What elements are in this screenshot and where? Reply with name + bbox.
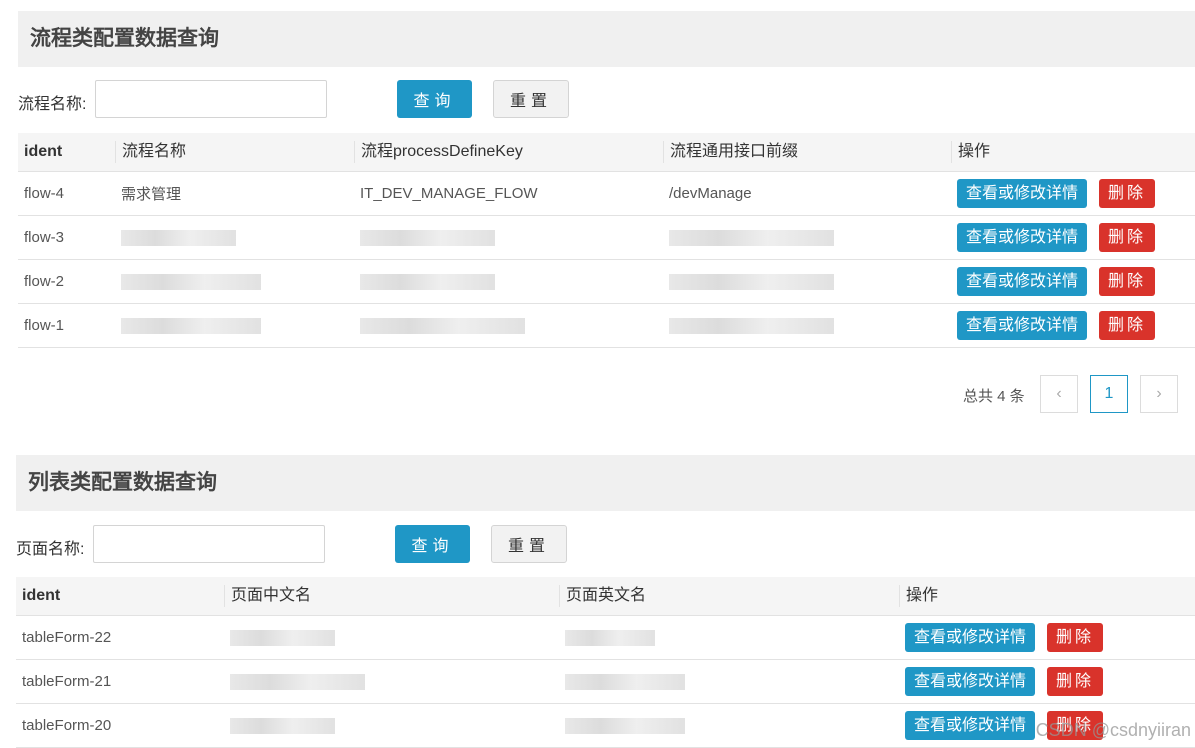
page-name-input[interactable] (93, 525, 325, 563)
row-actions: 查看或修改详情 删除 (951, 171, 1195, 216)
table-row: flow-2 查看或修改详情 删除 (18, 259, 1195, 304)
redacted-block (121, 230, 236, 247)
row-ident: tableForm-20 (16, 703, 224, 748)
view-edit-button[interactable]: 查看或修改详情 (957, 311, 1088, 340)
view-edit-button[interactable]: 查看或修改详情 (905, 623, 1036, 652)
redacted-block (565, 674, 685, 691)
row-en-name-redacted (559, 615, 899, 660)
col-flow-name: 流程名称 (115, 133, 354, 172)
flow-query-button[interactable]: 查询 (397, 80, 472, 118)
col-api-prefix: 流程通用接口前缀 (663, 133, 951, 172)
row-ident: flow-1 (18, 303, 115, 348)
table-row: tableForm-21 查看或修改详情 删除 (16, 659, 1195, 704)
csdn-watermark: CSDN @csdnyiiran (1035, 720, 1191, 740)
table-row: tableForm-22 查看或修改详情 删除 (16, 615, 1195, 660)
redacted-block (230, 674, 365, 691)
row-actions: 查看或修改详情 删除 (951, 259, 1195, 304)
row-api-prefix-redacted (663, 259, 951, 304)
pagination-total: 总共 4 条 (963, 388, 1025, 405)
row-cn-name-redacted (224, 659, 559, 704)
view-edit-button[interactable]: 查看或修改详情 (905, 711, 1036, 740)
redacted-block (360, 318, 525, 335)
delete-button[interactable]: 删除 (1099, 223, 1156, 252)
redacted-block (121, 274, 261, 291)
next-page-button[interactable]: › (1140, 375, 1178, 413)
table-row: flow-4 需求管理 IT_DEV_MANAGE_FLOW /devManag… (18, 171, 1195, 216)
col-page-cn-name: 页面中文名 (224, 577, 559, 616)
row-api-prefix-redacted (663, 215, 951, 260)
table-row: flow-1 查看或修改详情 删除 (18, 303, 1195, 348)
flow-table-header: ident 流程名称 流程processDefineKey 流程通用接口前缀 操… (18, 133, 1195, 172)
view-edit-button[interactable]: 查看或修改详情 (957, 223, 1088, 252)
page-number-button[interactable]: 1 (1090, 375, 1128, 413)
delete-button[interactable]: 删除 (1099, 179, 1156, 208)
redacted-block (565, 718, 685, 735)
prev-page-button[interactable]: ‹ (1040, 375, 1078, 413)
col-page-en-name: 页面英文名 (559, 577, 899, 616)
row-ident: tableForm-21 (16, 659, 224, 704)
row-ident: flow-3 (18, 215, 115, 260)
view-edit-button[interactable]: 查看或修改详情 (905, 667, 1036, 696)
row-flow-name-redacted (115, 259, 354, 304)
row-process-key-redacted (354, 215, 663, 260)
col-actions: 操作 (951, 133, 1195, 172)
row-actions: 查看或修改详情 删除 (899, 615, 1195, 660)
flow-name-input[interactable] (95, 80, 327, 118)
row-actions: 查看或修改详情 删除 (951, 215, 1195, 260)
flow-name-label: 流程名称: (18, 96, 87, 113)
col-process-key: 流程processDefineKey (354, 133, 663, 172)
row-flow-name-redacted (115, 215, 354, 260)
redacted-block (360, 230, 495, 247)
row-api-prefix-redacted (663, 303, 951, 348)
redacted-block (669, 230, 834, 247)
redacted-block (360, 274, 495, 291)
redacted-block (230, 718, 335, 735)
view-edit-button[interactable]: 查看或修改详情 (957, 267, 1088, 296)
row-en-name-redacted (559, 659, 899, 704)
redacted-block (230, 630, 335, 647)
row-api-prefix: /devManage (663, 171, 951, 216)
list-panel-title: 列表类配置数据查询 (16, 455, 1195, 511)
list-search-row: 页面名称: 查询 重置 (0, 525, 600, 565)
list-query-button[interactable]: 查询 (395, 525, 470, 563)
row-cn-name-redacted (224, 615, 559, 660)
flow-panel-title: 流程类配置数据查询 (18, 11, 1195, 67)
col-ident: ident (16, 577, 224, 616)
redacted-block (669, 274, 834, 291)
row-process-key-redacted (354, 303, 663, 348)
flow-reset-button[interactable]: 重置 (493, 80, 569, 118)
view-edit-button[interactable]: 查看或修改详情 (957, 179, 1088, 208)
flow-search-row: 流程名称: 查询 重置 (0, 80, 600, 120)
delete-button[interactable]: 删除 (1099, 311, 1156, 340)
row-ident: tableForm-22 (16, 615, 224, 660)
row-flow-name-redacted (115, 303, 354, 348)
col-ident: ident (18, 133, 115, 172)
delete-button[interactable]: 删除 (1047, 667, 1104, 696)
row-actions: 查看或修改详情 删除 (951, 303, 1195, 348)
delete-button[interactable]: 删除 (1047, 623, 1104, 652)
redacted-block (669, 318, 834, 335)
delete-button[interactable]: 删除 (1099, 267, 1156, 296)
row-en-name-redacted (559, 703, 899, 748)
col-actions: 操作 (899, 577, 1195, 616)
table-row: tableForm-20 查看或修改详情 删除 (16, 703, 1195, 748)
flow-pagination: 总共 4 条 ‹ 1 › (960, 375, 1185, 415)
list-table-header: ident 页面中文名 页面英文名 操作 (16, 577, 1195, 616)
row-process-key-redacted (354, 259, 663, 304)
row-actions: 查看或修改详情 删除 (899, 659, 1195, 704)
redacted-block (565, 630, 655, 647)
row-process-key: IT_DEV_MANAGE_FLOW (354, 171, 663, 216)
list-table: ident 页面中文名 页面英文名 操作 tableForm-22 查看或修改详… (16, 577, 1195, 748)
row-flow-name: 需求管理 (115, 171, 354, 216)
page-name-label: 页面名称: (16, 541, 85, 558)
row-cn-name-redacted (224, 703, 559, 748)
row-ident: flow-2 (18, 259, 115, 304)
flow-config-panel: 流程类配置数据查询 流程名称: 查询 重置 ident 流程名称 流程proce… (0, 0, 1195, 440)
list-reset-button[interactable]: 重置 (491, 525, 567, 563)
list-config-panel: 列表类配置数据查询 页面名称: 查询 重置 ident 页面中文名 页面英文名 … (0, 455, 1195, 748)
row-ident: flow-4 (18, 171, 115, 216)
redacted-block (121, 318, 261, 335)
table-row: flow-3 查看或修改详情 删除 (18, 215, 1195, 260)
flow-table: ident 流程名称 流程processDefineKey 流程通用接口前缀 操… (18, 133, 1195, 348)
